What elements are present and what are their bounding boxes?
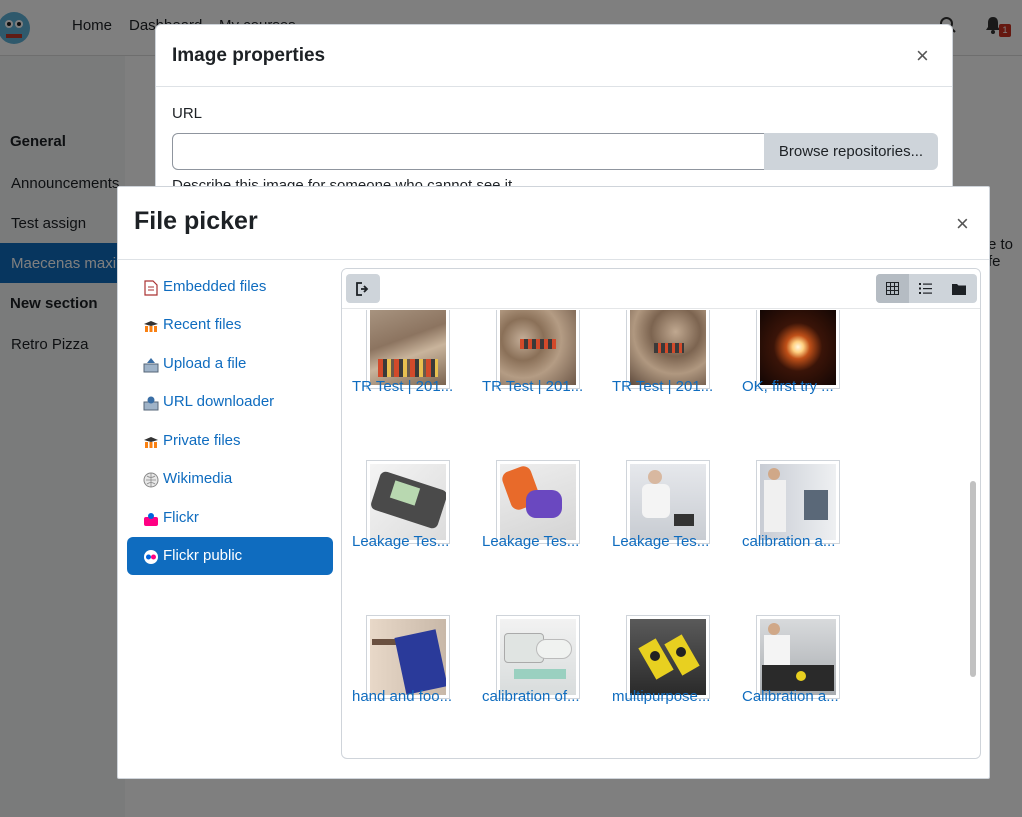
file-item[interactable]: TR Test | 201...: [482, 310, 602, 418]
file-name: hand and foo...: [352, 688, 453, 705]
repo-embedded-files[interactable]: Embedded files: [127, 268, 333, 306]
scrollbar-thumb[interactable]: [970, 481, 976, 677]
file-grid: TR Test | 201... TR Test | 201... TR Tes…: [342, 310, 962, 758]
logout-button[interactable]: [346, 274, 380, 303]
file-name: OK, first try ...: [742, 378, 834, 395]
repo-recent-files[interactable]: Recent files: [127, 306, 333, 344]
repo-label: Flickr: [163, 509, 199, 526]
file-item[interactable]: Leakage Tes...: [482, 423, 602, 573]
file-name: TR Test | 201...: [612, 378, 714, 395]
repo-label: Recent files: [163, 316, 242, 333]
repo-label: Upload a file: [163, 355, 247, 372]
file-picker-title: File picker: [134, 207, 258, 235]
file-name: Leakage Tes...: [352, 533, 450, 550]
upload-icon: [143, 357, 159, 373]
file-item[interactable]: multipurpose...: [612, 578, 732, 728]
file-name: calibration of...: [482, 688, 580, 705]
image-properties-close-button[interactable]: ×: [916, 45, 929, 67]
file-name: Calibration a...: [742, 688, 839, 705]
repo-label: Flickr public: [163, 547, 243, 564]
file-thumbnail: [626, 615, 710, 699]
view-tree-button[interactable]: [942, 274, 975, 303]
repo-label: Embedded files: [163, 278, 267, 295]
file-item[interactable]: TR Test | 201...: [612, 310, 732, 418]
view-list-button[interactable]: [909, 274, 942, 303]
repo-wikimedia[interactable]: Wikimedia: [127, 460, 333, 498]
file-thumbnail: [366, 460, 450, 544]
file-picker-close-button[interactable]: ×: [956, 213, 969, 235]
file-browser: TR Test | 201... TR Test | 201... TR Tes…: [341, 268, 981, 759]
file-thumbnail: [496, 615, 580, 699]
repo-flickr[interactable]: Flickr: [127, 499, 333, 537]
file-grid-scrollbar[interactable]: [967, 310, 979, 758]
url-label: URL: [172, 105, 203, 122]
sign-out-icon: [356, 281, 369, 296]
file-picker-dialog: File picker × Embedded files Recent file…: [117, 186, 990, 779]
moodle-icon: [143, 318, 159, 334]
url-downloader-icon: [143, 395, 159, 411]
file-name: TR Test | 201...: [352, 378, 454, 395]
file-name: multipurpose...: [612, 688, 711, 705]
file-item[interactable]: Calibration a...: [742, 578, 862, 728]
file-thumbnail: [366, 615, 450, 699]
divider: [118, 259, 989, 260]
file-item[interactable]: hand and foo...: [352, 578, 472, 728]
file-thumbnail: [756, 460, 840, 544]
file-item[interactable]: TR Test | 201...: [352, 310, 472, 418]
image-properties-dialog: Image properties × URL Browse repositori…: [155, 24, 953, 194]
repo-label: URL downloader: [163, 393, 275, 410]
wikimedia-icon: [143, 472, 159, 488]
file-item[interactable]: calibration a...: [742, 423, 862, 573]
file-browser-toolbar: [342, 269, 980, 309]
file-name: TR Test | 201...: [482, 378, 584, 395]
image-properties-title: Image properties: [172, 45, 326, 66]
repo-upload-file[interactable]: Upload a file: [127, 345, 333, 383]
file-item[interactable]: OK, first try ...: [742, 310, 862, 418]
flickr-icon: [143, 511, 159, 527]
view-icons-button[interactable]: [876, 274, 909, 303]
file-thumbnail: [756, 615, 840, 699]
repo-label: Private files: [163, 432, 241, 449]
grid-icon: [886, 282, 899, 295]
list-icon: [919, 283, 932, 294]
repo-flickr-public[interactable]: Flickr public: [127, 537, 333, 575]
file-name: calibration a...: [742, 533, 836, 550]
file-name: Leakage Tes...: [482, 533, 580, 550]
view-switcher: [876, 274, 977, 303]
browse-repositories-button[interactable]: Browse repositories...: [764, 133, 938, 170]
file-item[interactable]: Leakage Tes...: [352, 423, 472, 573]
embedded-files-icon: [143, 280, 159, 296]
file-item[interactable]: calibration of...: [482, 578, 602, 728]
file-item[interactable]: Leakage Tes...: [612, 423, 732, 573]
flickr-public-icon: [143, 549, 159, 565]
url-input[interactable]: [172, 133, 766, 170]
file-thumbnail: [496, 460, 580, 544]
folder-icon: [951, 283, 966, 295]
repo-private-files[interactable]: Private files: [127, 422, 333, 460]
repo-label: Wikimedia: [163, 470, 233, 487]
file-thumbnail: [626, 460, 710, 544]
file-name: Leakage Tes...: [612, 533, 710, 550]
moodle-icon: [143, 434, 159, 450]
divider: [156, 86, 952, 87]
repo-url-downloader[interactable]: URL downloader: [127, 383, 333, 421]
